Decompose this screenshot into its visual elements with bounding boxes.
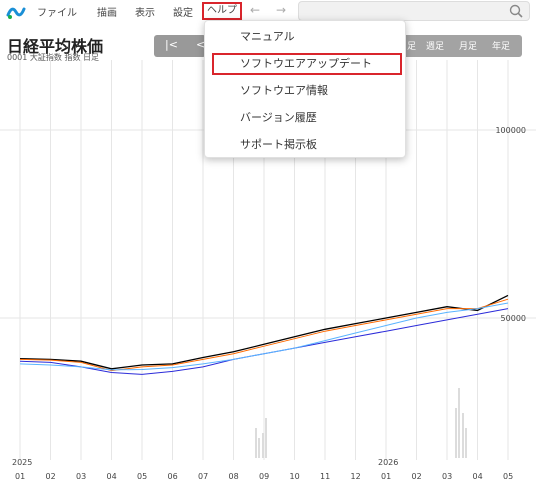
- forward-arrow-icon[interactable]: →: [276, 3, 286, 17]
- period-weekly[interactable]: 週足: [426, 39, 444, 52]
- volume-bar: [258, 438, 260, 458]
- search-input[interactable]: [298, 1, 530, 21]
- menu-settings[interactable]: 設定: [173, 4, 193, 19]
- volume-bar: [465, 428, 467, 458]
- period-selector: 足 週足 月足 年足: [398, 35, 522, 57]
- period-monthly[interactable]: 月足: [459, 39, 477, 52]
- x-tick-label: 04: [106, 472, 117, 481]
- volume-bar: [262, 433, 264, 458]
- volume-bar: [458, 388, 460, 458]
- y-tick-label: 100000: [495, 126, 526, 135]
- y-tick-label: 50000: [500, 314, 526, 323]
- x-tick-label: 03: [442, 472, 453, 481]
- menu-help[interactable]: ヘルプ: [202, 2, 242, 20]
- x-tick-label: 09: [259, 472, 270, 481]
- volume-bar: [265, 418, 267, 458]
- x-tick-label: 07: [198, 472, 209, 481]
- menu-item-version-history[interactable]: バージョン履歴: [240, 109, 317, 125]
- year-label: 2026: [378, 458, 399, 467]
- volume-bar: [455, 408, 457, 458]
- menu-item-software-update[interactable]: ソフトウエアアップデート: [240, 55, 372, 71]
- menu-view[interactable]: 表示: [135, 4, 155, 19]
- volume-bar: [462, 413, 464, 458]
- menu-item-software-info[interactable]: ソフトウエア情報: [240, 82, 328, 98]
- year-label: 2025: [12, 458, 33, 467]
- x-tick-label: 06: [167, 472, 178, 481]
- x-tick-label: 01: [15, 472, 26, 481]
- x-tick-label: 02: [411, 472, 422, 481]
- back-arrow-icon[interactable]: ←: [250, 3, 260, 17]
- period-daily[interactable]: 足: [407, 39, 416, 52]
- menu-file[interactable]: ファイル: [37, 4, 77, 19]
- app-logo-icon: [6, 7, 26, 19]
- menu-item-support-board[interactable]: サポート掲示板: [240, 136, 317, 152]
- x-tick-label: 08: [228, 472, 239, 481]
- x-tick-label: 02: [45, 472, 56, 481]
- menu-item-manual[interactable]: マニュアル: [240, 28, 295, 44]
- jump-first-button[interactable]: |<: [165, 38, 178, 51]
- x-tick-label: 04: [472, 472, 483, 481]
- x-tick-label: 01: [381, 472, 392, 481]
- x-tick-label: 11: [320, 472, 331, 481]
- x-tick-label: 12: [350, 472, 361, 481]
- x-tick-label: 10: [289, 472, 300, 481]
- x-tick-label: 05: [503, 472, 514, 481]
- help-dropdown-menu: マニュアル ソフトウエアアップデート ソフトウエア情報 バージョン履歴 サポート…: [204, 20, 406, 158]
- chart-nav-controls: |< <: [154, 35, 206, 57]
- volume-bar: [255, 428, 257, 458]
- x-tick-label: 05: [137, 472, 148, 481]
- period-yearly[interactable]: 年足: [492, 39, 510, 52]
- search-icon[interactable]: [509, 4, 523, 18]
- x-tick-label: 03: [76, 472, 87, 481]
- menu-draw[interactable]: 描画: [97, 4, 117, 19]
